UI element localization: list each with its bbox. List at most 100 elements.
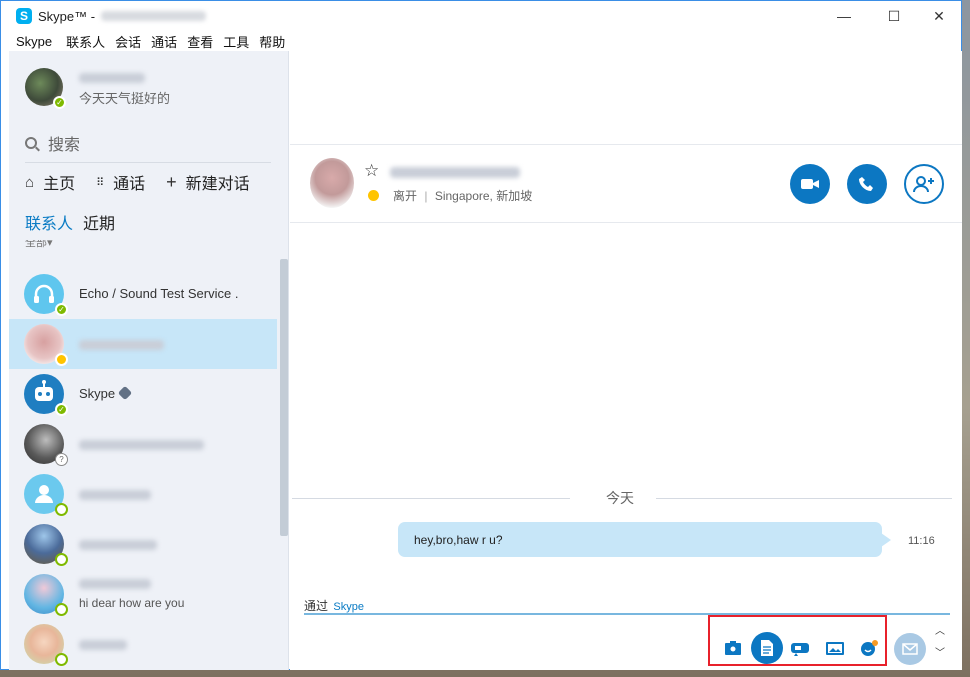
conversation-contact-name[interactable] [390,167,520,178]
conversation-pane: ☆ 离开 | Singapore, 新加坡 今天 hey,bro,haw r u… [290,51,962,670]
divider [25,162,271,163]
verified-badge-icon [117,385,133,401]
away-status-icon [55,353,68,366]
offline-status-icon [55,653,68,666]
contact-item[interactable] [9,619,277,669]
contact-avatar [24,324,68,366]
nav-row: ⌂ 主页 ⠿ 通话 + 新建对话 [25,170,271,194]
contact-item[interactable]: ✓ Echo / Sound Test Service . [9,269,277,319]
nav-home-label: 主页 [43,176,76,193]
contact-list-scrollbar[interactable] [280,259,288,536]
add-person-icon [913,176,934,193]
via-label: 通过 Skype [304,597,364,614]
offline-status-icon [55,503,68,516]
nav-home[interactable]: ⌂ 主页 [25,170,75,194]
contact-card-icon [725,641,741,655]
menu-view[interactable]: 查看 [187,32,213,51]
audio-call-button[interactable] [847,164,887,204]
online-status-icon: ✓ [55,303,68,316]
profile-name[interactable] [79,73,145,83]
skype-logo-icon: S [16,8,32,24]
message-bubble[interactable]: hey,bro,haw r u? [398,522,891,557]
photo-icon [826,642,844,655]
search-box[interactable]: 搜索 [25,131,80,155]
contact-name [79,540,157,550]
phone-icon [859,177,873,191]
file-icon [761,640,773,656]
send-contacts-button[interactable] [717,632,749,664]
chevron-up-icon[interactable]: ︿ [934,621,946,643]
default-person-icon [24,474,68,516]
online-status-icon: ✓ [53,96,66,109]
contact-name [79,440,204,450]
input-scroll-arrows[interactable]: ︿ ﹀ [934,621,946,665]
contact-avatar [24,574,68,616]
day-label: 今天 [606,490,634,506]
contact-item[interactable]: hi dear how are you [9,569,277,619]
contact-name [79,340,164,350]
menu-help[interactable]: 帮助 [259,32,285,51]
contact-avatar [24,524,68,566]
contact-list: ✓ Echo / Sound Test Service . ✓ Skype ? … [9,269,277,670]
contact-name [79,490,151,500]
contact-name-text: Skype [79,386,116,401]
menu-conversation[interactable]: 会话 [115,32,141,51]
via-service[interactable]: Skype [333,601,364,613]
offline-status-icon [55,603,68,616]
contact-item-selected[interactable] [9,319,277,369]
video-call-button[interactable] [790,164,830,204]
search-icon [25,137,37,149]
video-message-icon [791,643,809,656]
send-icon [902,643,918,655]
headset-icon: ✓ [24,274,68,316]
message-text: hey,bro,haw r u? [414,532,503,547]
conversation-status: 离开 | Singapore, 新加坡 [393,187,532,204]
contact-filter-dropdown[interactable]: 全部▾ [25,240,53,248]
tab-recent[interactable]: 近期 [83,210,115,234]
window-title: Skype™ - [38,8,96,24]
menu-call[interactable]: 通话 [151,32,177,51]
home-icon: ⌂ [25,173,35,191]
menu-contacts[interactable]: 联系人 [66,32,105,51]
tab-contacts[interactable]: 联系人 [25,210,73,234]
contact-item[interactable]: ✓ Skype [9,369,277,419]
status-separator: | [424,189,428,203]
online-status-icon: ✓ [55,403,68,416]
send-photo-button[interactable] [819,632,851,664]
contact-item[interactable] [9,519,277,569]
menu-bar: Skype 联系人 会话 通话 查看 工具 帮助 [1,31,961,51]
menu-tools[interactable]: 工具 [223,32,249,51]
conversation-avatar[interactable] [310,158,354,208]
header-top-divider [290,144,962,145]
favorite-star-icon[interactable]: ☆ [364,161,379,181]
contact-name [79,579,151,589]
chevron-down-icon[interactable]: ﹀ [934,643,946,665]
search-input[interactable]: 搜索 [48,131,80,155]
contact-item[interactable]: ? [9,419,277,469]
minimize-button[interactable]: — [821,1,867,31]
profile-mood[interactable]: 今天天气挺好的 [79,88,170,107]
emoticon-button[interactable] [853,632,885,664]
message-timestamp: 11:16 [908,535,935,547]
add-people-button[interactable] [904,164,944,204]
emoticon-icon [861,640,878,656]
close-button[interactable]: ✕ [916,1,962,31]
day-separator-line [292,498,570,499]
list-tabs: 联系人 近期 [25,211,115,233]
contact-avatar [24,624,68,666]
header-bottom-divider [290,222,962,223]
nav-calls-label: 通话 [113,176,146,193]
profile-avatar[interactable]: ✓ [25,68,66,109]
contact-item[interactable] [9,469,277,519]
send-file-button[interactable] [751,632,783,664]
nav-new-chat[interactable]: + 新建对话 [166,170,250,194]
nav-calls[interactable]: ⠿ 通话 [96,170,145,194]
skype-bot-icon: ✓ [24,374,68,416]
away-clock-icon [368,190,379,201]
location-text: Singapore, 新加坡 [434,189,533,203]
send-video-message-button[interactable] [784,632,816,664]
send-button[interactable] [894,633,926,665]
menu-skype[interactable]: Skype [16,34,52,49]
unknown-status-icon: ? [55,453,68,466]
maximize-button[interactable]: ☐ [871,1,917,31]
